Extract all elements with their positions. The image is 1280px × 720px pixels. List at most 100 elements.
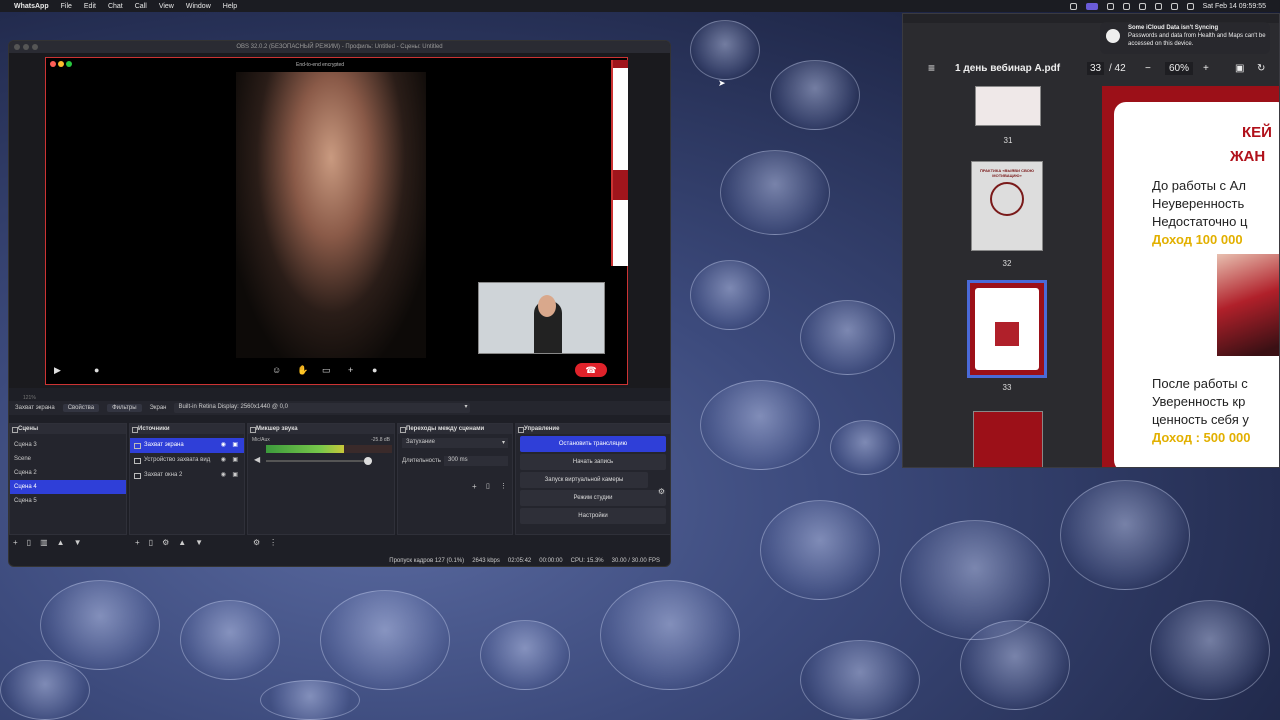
bitrate: 2643 kbps bbox=[472, 558, 500, 564]
status-app-icon[interactable] bbox=[1069, 2, 1077, 10]
screen-label: Экран bbox=[149, 405, 167, 411]
filters-button[interactable]: Фильтры bbox=[107, 404, 142, 412]
chevron-down-icon: ▾ bbox=[501, 440, 505, 446]
move-down-icon[interactable]: ▼ bbox=[74, 538, 82, 547]
scene-filter-icon[interactable]: ▥ bbox=[40, 538, 48, 547]
obs-status-icon[interactable] bbox=[1106, 2, 1114, 10]
display-select[interactable]: Built-in Retina Display: 2560x1440 @ 0,0 bbox=[174, 403, 471, 413]
move-up-icon[interactable]: ▲ bbox=[178, 538, 186, 547]
slide-photo bbox=[1217, 254, 1279, 356]
add-person-icon[interactable]: + bbox=[348, 365, 353, 375]
source-properties-icon[interactable]: ⚙ bbox=[162, 538, 169, 547]
menu-chat[interactable]: Chat bbox=[108, 3, 123, 10]
slide-income-after: Доход : 500 000 bbox=[1152, 430, 1251, 445]
page-number-input[interactable]: 33 bbox=[1087, 61, 1105, 75]
chat-bubble-icon[interactable]: ● bbox=[372, 365, 377, 375]
rotate-icon[interactable]: ↻ bbox=[1257, 63, 1265, 74]
page-thumbnail[interactable] bbox=[975, 86, 1041, 126]
menubar-app-name[interactable]: WhatsApp bbox=[14, 3, 49, 10]
lock-icon[interactable]: ▣ bbox=[232, 468, 238, 483]
raise-hand-icon[interactable]: ✋ bbox=[297, 365, 308, 376]
add-transition-icon[interactable]: + bbox=[472, 482, 477, 491]
eye-icon[interactable]: ◉ bbox=[221, 438, 226, 453]
battery-icon[interactable] bbox=[1138, 2, 1146, 10]
obs-preview[interactable]: End-to-end encrypted ▶ ● ☺ ✋ ▭ + ● ☎ 121… bbox=[9, 53, 670, 401]
mixer-title: Микшер звука bbox=[248, 424, 394, 434]
screen-share-icon[interactable] bbox=[1085, 2, 1098, 10]
delete-scene-icon[interactable]: ▯ bbox=[27, 538, 31, 547]
source-item[interactable]: Устройство захвата вид ◉ ▣ bbox=[130, 453, 244, 468]
call-min-dot bbox=[58, 61, 64, 67]
screen-share-icon[interactable]: ▭ bbox=[322, 365, 331, 376]
eye-icon[interactable]: ◉ bbox=[221, 468, 226, 483]
volume-slider[interactable] bbox=[266, 457, 372, 465]
icloud-notification[interactable]: Some iCloud Data isn't Syncing Passwords… bbox=[1100, 22, 1270, 54]
emoji-icon[interactable]: ☺ bbox=[272, 365, 281, 375]
settings-button[interactable]: Настройки bbox=[520, 508, 666, 524]
more-options-icon[interactable]: ⋮ bbox=[500, 482, 507, 490]
scene-item[interactable]: Сцена 5 bbox=[10, 494, 126, 508]
scenes-title: Сцены bbox=[10, 424, 126, 434]
move-up-icon[interactable]: ▲ bbox=[57, 538, 65, 547]
add-scene-icon[interactable]: + bbox=[13, 538, 18, 547]
search-icon[interactable] bbox=[1170, 2, 1178, 10]
close-window-button[interactable] bbox=[14, 44, 20, 50]
mixer-settings-icon[interactable]: ⚙ bbox=[253, 538, 260, 547]
pdf-page-view[interactable]: КЕЙ ЖАН До работы с Ал Неуверенность Нед… bbox=[1102, 86, 1279, 467]
minimize-window-button[interactable] bbox=[23, 44, 29, 50]
menu-view[interactable]: View bbox=[159, 3, 174, 10]
microphone-icon[interactable]: ● bbox=[94, 365, 99, 375]
delete-source-icon[interactable]: ▯ bbox=[149, 538, 153, 547]
slide-heading-line1: КЕЙ bbox=[1242, 124, 1272, 141]
add-source-icon[interactable]: + bbox=[135, 538, 140, 547]
zoom-level[interactable]: 60% bbox=[1165, 61, 1194, 75]
lock-icon[interactable]: ▣ bbox=[232, 438, 238, 453]
gear-icon[interactable]: ⚙ bbox=[658, 487, 665, 496]
menubar-clock[interactable]: Sat Feb 14 09:59:55 bbox=[1203, 3, 1266, 10]
speaker-icon[interactable]: ◀ bbox=[254, 455, 260, 464]
start-recording-button[interactable]: Начать запись bbox=[520, 454, 666, 470]
end-call-button[interactable]: ☎ bbox=[575, 363, 607, 377]
pdf-filename: 1 день вебинар A.pdf bbox=[955, 62, 1061, 74]
stop-streaming-button[interactable]: Остановить трансляцию bbox=[520, 436, 666, 452]
menu-icon[interactable]: ≡ bbox=[928, 61, 935, 75]
zoom-window-button[interactable] bbox=[32, 44, 38, 50]
source-item[interactable]: Захват окна 2 ◉ ▣ bbox=[130, 468, 244, 483]
menu-file[interactable]: File bbox=[61, 3, 72, 10]
slide-text: Уверенность кр bbox=[1152, 394, 1246, 409]
scene-item-selected[interactable]: Сцена 4 bbox=[10, 480, 126, 494]
page-thumbnail-selected[interactable] bbox=[967, 280, 1047, 378]
menu-window[interactable]: Window bbox=[186, 3, 211, 10]
properties-button[interactable]: Свойства bbox=[62, 404, 100, 412]
menu-edit[interactable]: Edit bbox=[84, 3, 96, 10]
obs-titlebar: OBS 32.0.2 (БЕЗОПАСНЫЙ РЕЖИМ) - Профиль:… bbox=[9, 41, 670, 53]
eye-icon[interactable]: ◉ bbox=[221, 453, 226, 468]
camera-icon[interactable]: ▶ bbox=[54, 365, 61, 376]
source-item-selected[interactable]: Захват экрана ◉ ▣ bbox=[130, 438, 244, 453]
lock-icon[interactable]: ▣ bbox=[232, 453, 238, 468]
zoom-in-icon[interactable]: + bbox=[1203, 63, 1209, 74]
scene-item[interactable]: Scene bbox=[10, 452, 126, 466]
chrome-status-icon[interactable] bbox=[1122, 2, 1130, 10]
studio-mode-button[interactable]: Режим студии bbox=[520, 490, 666, 506]
page-thumbnail[interactable] bbox=[973, 411, 1043, 467]
duration-value: 300 ms bbox=[448, 457, 468, 463]
start-virtual-camera-button[interactable]: Запуск виртуальной камеры bbox=[520, 472, 648, 488]
scene-item[interactable]: Сцена 2 bbox=[10, 466, 126, 480]
more-options-icon[interactable]: ⋮ bbox=[269, 538, 277, 547]
scene-item[interactable]: Сцена 3 bbox=[10, 438, 126, 452]
wifi-icon[interactable] bbox=[1154, 2, 1162, 10]
menu-call[interactable]: Call bbox=[135, 3, 147, 10]
thumbnail-diagram bbox=[990, 182, 1024, 216]
zoom-out-icon[interactable]: − bbox=[1145, 63, 1151, 74]
duration-input[interactable]: 300 ms bbox=[444, 456, 508, 466]
move-down-icon[interactable]: ▼ bbox=[195, 538, 203, 547]
mixer-db: -25.8 dB bbox=[371, 437, 390, 443]
fit-page-icon[interactable]: ▣ bbox=[1235, 63, 1244, 74]
volume-slider-handle[interactable] bbox=[364, 457, 372, 465]
transition-select[interactable]: Затухание ▾ bbox=[402, 438, 508, 448]
menu-help[interactable]: Help bbox=[223, 3, 237, 10]
delete-transition-icon[interactable]: ▯ bbox=[486, 482, 490, 490]
page-thumbnail[interactable]: ПРАКТИКА «ВЫЯВИ СВОЮ МОТИВАЦИЮ» bbox=[971, 161, 1043, 251]
control-center-icon[interactable] bbox=[1186, 2, 1194, 10]
